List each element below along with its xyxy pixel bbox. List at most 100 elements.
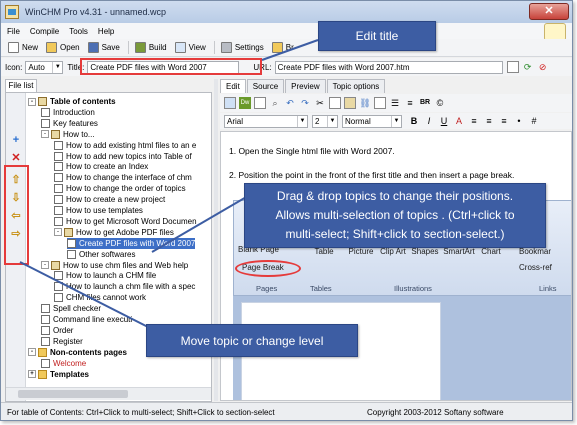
bold-button[interactable]: B: [408, 115, 420, 127]
menu-file[interactable]: File: [7, 27, 20, 36]
copyright-icon[interactable]: ©: [434, 97, 446, 109]
editor-area[interactable]: 1. Open the Single html file with Word 2…: [220, 131, 572, 401]
tab-source[interactable]: Source: [246, 79, 285, 93]
tree-item[interactable]: CHM files cannot work: [54, 292, 146, 303]
editor-tabs: Edit Source Preview Topic options: [220, 79, 386, 93]
tree-item[interactable]: Key features: [41, 118, 98, 129]
tree-item[interactable]: Order: [41, 325, 73, 336]
align-center-icon[interactable]: ≡: [483, 115, 495, 127]
tree-item[interactable]: How to use templates: [54, 205, 143, 216]
tree-item[interactable]: + Templates: [28, 369, 89, 380]
align-icon[interactable]: ≡: [404, 97, 416, 109]
align-left-icon[interactable]: ≡: [468, 115, 480, 127]
view-button[interactable]: View: [172, 40, 209, 55]
expand-icon[interactable]: +: [28, 370, 36, 378]
collapse-icon[interactable]: -: [28, 97, 36, 106]
document-icon[interactable]: [506, 61, 519, 73]
font-size-select[interactable]: 2 ▼: [312, 114, 338, 128]
app-icon: [5, 5, 19, 19]
bullets-icon[interactable]: •: [513, 115, 525, 127]
tree-item[interactable]: Create PDF files with Word 2007: [67, 237, 196, 249]
tree-item[interactable]: Command line executi: [41, 314, 132, 325]
tree-item[interactable]: - Non-contents pages: [28, 347, 127, 358]
find-icon[interactable]: ⌕: [269, 97, 281, 109]
tree-item[interactable]: - How to...: [41, 129, 95, 140]
settings-button[interactable]: Settings: [218, 40, 267, 55]
tree-item[interactable]: How to create a new project: [54, 194, 165, 205]
new-button[interactable]: New: [5, 40, 41, 55]
tree-item[interactable]: - How to get Adobe PDF files: [54, 227, 174, 238]
tree-item[interactable]: Introduction: [41, 107, 95, 118]
collapse-icon[interactable]: -: [41, 261, 49, 269]
collapse-icon[interactable]: -: [54, 228, 62, 237]
callout-drag-line-1: Drag & drop topics to change their posit…: [276, 189, 514, 203]
tree-item[interactable]: Other softwares: [67, 249, 135, 260]
tree-item[interactable]: How to launch a chm file with a spec: [54, 281, 195, 292]
style-select[interactable]: Normal ▼: [342, 114, 402, 128]
tree-item[interactable]: How to create an Index: [54, 161, 148, 172]
copy-icon[interactable]: [329, 97, 341, 109]
tables-group-label: Tables: [310, 284, 332, 293]
callout-drag-drop: Drag & drop topics to change their posit…: [244, 183, 546, 248]
font-name-select[interactable]: Arial ▼: [224, 114, 308, 128]
tree-item[interactable]: Register: [41, 336, 83, 347]
page-icon: [54, 195, 63, 205]
refresh-icon[interactable]: ⟳: [522, 61, 534, 73]
align-right-icon[interactable]: ≡: [498, 115, 510, 127]
tree-item[interactable]: - How to use chm files and Web help: [41, 260, 188, 271]
icon-select[interactable]: Auto ▼: [25, 60, 64, 74]
table-icon[interactable]: [374, 97, 386, 109]
list-icon[interactable]: ☰: [389, 97, 401, 109]
br-icon[interactable]: BR: [419, 97, 431, 109]
tab-topic-options[interactable]: Topic options: [326, 79, 386, 93]
chevron-down-icon: ▼: [52, 61, 62, 73]
status-hint: For table of Contents: Ctrl+Click to mul…: [7, 408, 275, 417]
numbering-icon[interactable]: #: [528, 115, 540, 127]
tree-item-label: How to launch a CHM file: [66, 271, 157, 281]
page-icon: [54, 173, 63, 183]
tree-item[interactable]: - Table of contents: [28, 96, 116, 107]
menu-compile[interactable]: Compile: [30, 27, 59, 36]
insert-image-icon[interactable]: [224, 97, 236, 109]
tree-item[interactable]: How to get Microsoft Word Documen: [54, 216, 197, 227]
cut-icon[interactable]: ✂: [314, 97, 326, 109]
collapse-icon[interactable]: -: [41, 130, 49, 139]
tree-item[interactable]: How to add new topics into Table of: [54, 151, 192, 162]
tab-file-list[interactable]: File list: [5, 79, 37, 92]
italic-button[interactable]: I: [423, 115, 435, 127]
browse-label: Br: [285, 43, 294, 52]
delete-topic-icon[interactable]: ✕: [9, 151, 23, 165]
build-button[interactable]: Build: [132, 40, 170, 55]
tree-item[interactable]: How to launch a CHM file: [54, 270, 156, 281]
tree-item[interactable]: How to change the order of topics: [54, 183, 186, 194]
tab-edit[interactable]: Edit: [220, 79, 246, 93]
tree-item[interactable]: How to change the interface of chm: [54, 172, 192, 183]
open-button[interactable]: Open: [43, 40, 83, 55]
scrollbar-thumb[interactable]: [18, 390, 128, 398]
collapse-icon[interactable]: -: [28, 348, 36, 357]
paste-icon[interactable]: [344, 97, 356, 109]
tab-preview[interactable]: Preview: [285, 79, 326, 93]
browse-button[interactable]: Br: [269, 40, 297, 55]
save-doc-icon[interactable]: [254, 97, 266, 109]
undo-icon[interactable]: ↶: [284, 97, 296, 109]
close-button[interactable]: ✕: [529, 3, 569, 20]
add-topic-icon[interactable]: +: [9, 133, 23, 147]
tree-item[interactable]: Welcome: [41, 358, 86, 369]
page-icon: [54, 293, 63, 303]
new-icon: [8, 42, 19, 53]
menu-tools[interactable]: Tools: [69, 27, 88, 36]
save-button[interactable]: Save: [85, 40, 123, 55]
dw-icon[interactable]: Dw: [239, 97, 251, 109]
tree-item[interactable]: Spell checker: [41, 303, 101, 314]
link-icon[interactable]: ⛓: [359, 97, 371, 109]
underline-button[interactable]: U: [438, 115, 450, 127]
menu-help[interactable]: Help: [98, 27, 114, 36]
page-break-highlight: [235, 260, 301, 277]
horizontal-scrollbar[interactable]: [6, 387, 211, 400]
cancel-icon[interactable]: ⊘: [537, 61, 549, 73]
redo-icon[interactable]: ↷: [299, 97, 311, 109]
url-input[interactable]: Create PDF files with Word 2007.htm: [274, 60, 503, 74]
font-color-button[interactable]: A: [453, 115, 465, 127]
tree-item[interactable]: How to add existing html files to an e: [54, 140, 196, 151]
